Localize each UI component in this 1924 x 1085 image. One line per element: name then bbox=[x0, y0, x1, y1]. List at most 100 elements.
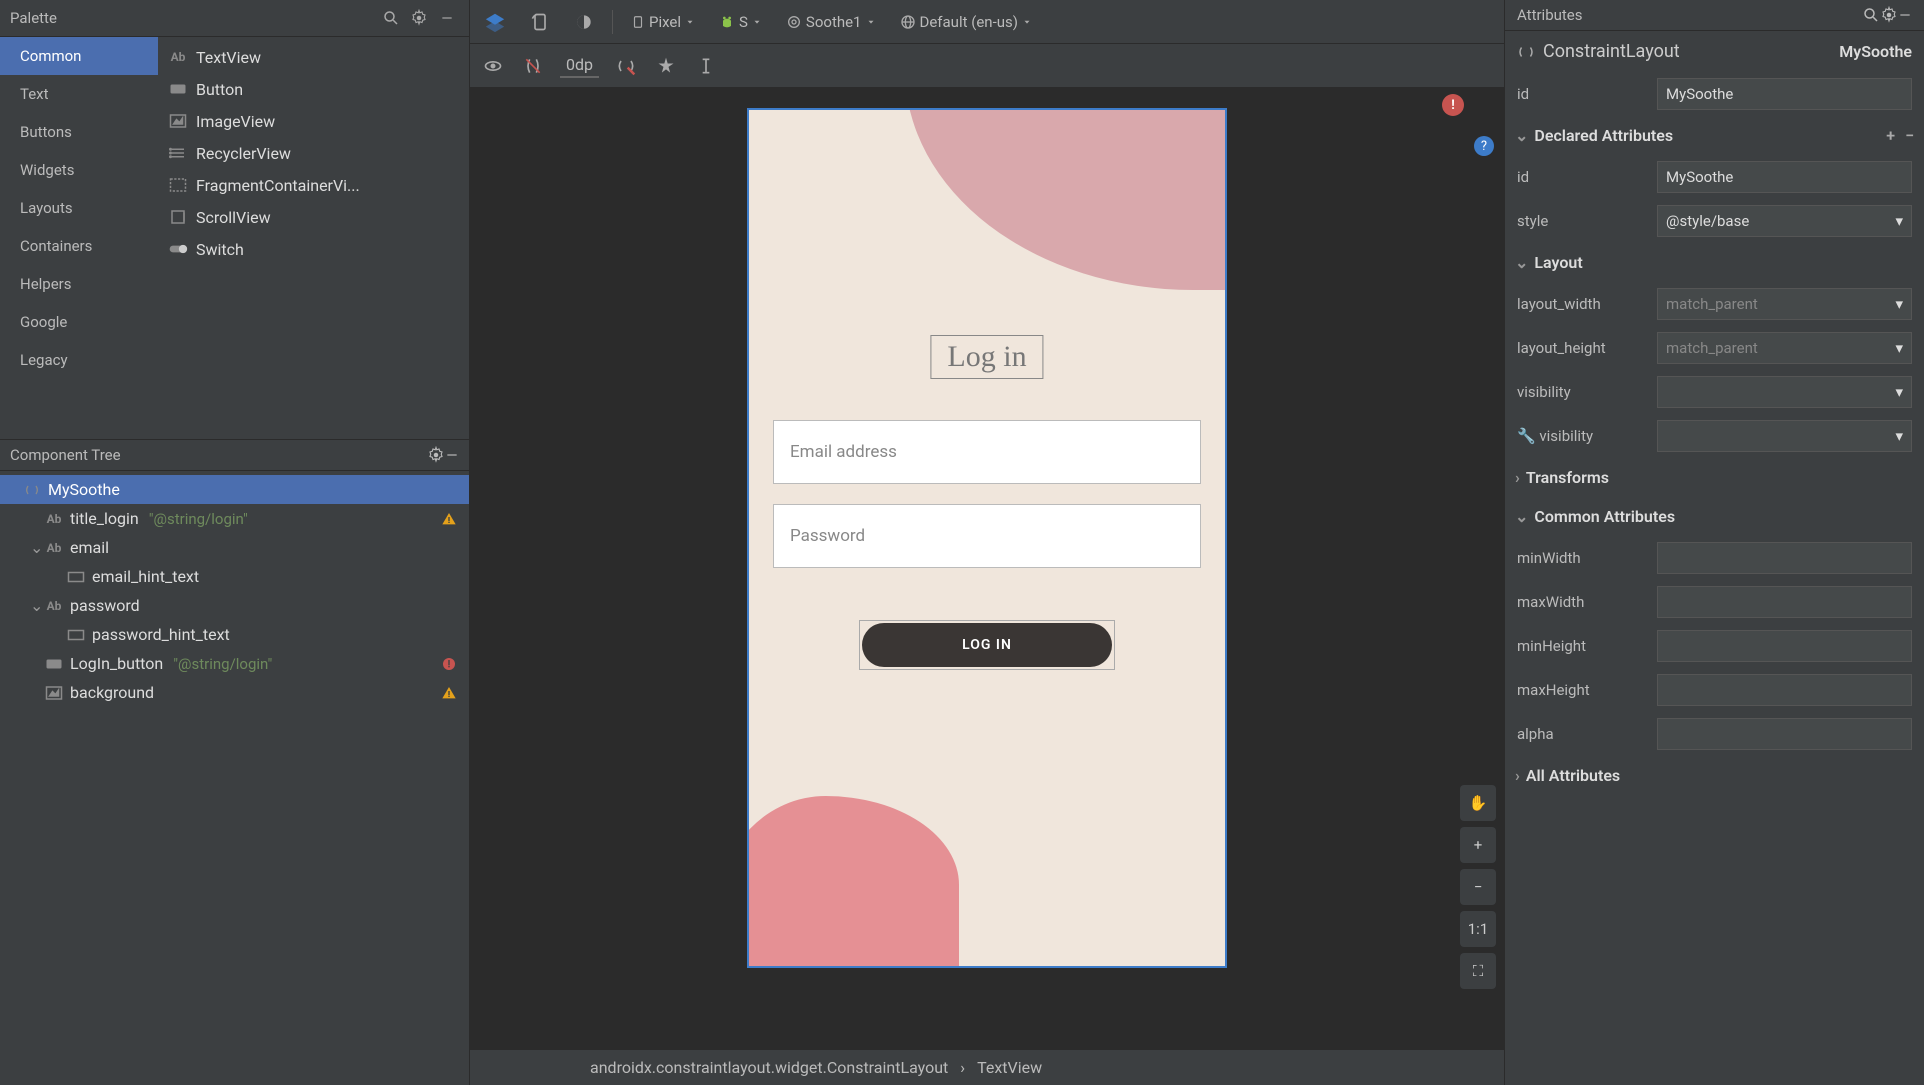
api-picker[interactable]: S bbox=[713, 9, 768, 35]
tree-node-email[interactable]: ⌄Abemail bbox=[0, 533, 469, 562]
remove-attr-icon[interactable]: − bbox=[1905, 126, 1914, 145]
attr-select-style[interactable]: @style/base▾ bbox=[1657, 205, 1912, 237]
gear-icon[interactable] bbox=[1880, 6, 1898, 24]
palette-item-recyclerview[interactable]: RecyclerView bbox=[158, 137, 469, 169]
attr-row-id: id bbox=[1505, 155, 1924, 199]
palette-item-switch[interactable]: Switch bbox=[158, 233, 469, 265]
tree-node-password_hint_text[interactable]: password_hint_text bbox=[0, 620, 469, 649]
palette-title: Palette bbox=[10, 9, 375, 27]
locale-picker[interactable]: Default (en-us) bbox=[894, 9, 1038, 35]
tree-node-title_login[interactable]: Abtitle_login"@string/login" bbox=[0, 504, 469, 533]
search-icon[interactable] bbox=[1862, 6, 1880, 24]
zoom-1to1-icon[interactable]: 1:1 bbox=[1460, 911, 1496, 947]
minimize-icon[interactable] bbox=[445, 448, 459, 462]
view-options-icon[interactable] bbox=[480, 53, 506, 79]
zoom-out-icon[interactable]: − bbox=[1460, 869, 1496, 905]
palette-category-layouts[interactable]: Layouts bbox=[0, 189, 158, 227]
palette-category-common[interactable]: Common bbox=[0, 37, 158, 75]
default-margins[interactable]: 0dp bbox=[560, 53, 599, 78]
fragment-icon bbox=[168, 175, 188, 195]
layers-icon[interactable] bbox=[478, 7, 512, 37]
preview-title-login[interactable]: Log in bbox=[930, 335, 1043, 379]
attr-input-maxHeight[interactable] bbox=[1657, 674, 1912, 706]
help-badge[interactable]: ? bbox=[1474, 136, 1494, 156]
preview-login-button[interactable]: LOG IN bbox=[862, 623, 1112, 667]
attr-select-layout_width[interactable]: match_parent▾ bbox=[1657, 288, 1912, 320]
palette-item-scrollview[interactable]: ScrollView bbox=[158, 201, 469, 233]
gear-icon[interactable] bbox=[407, 6, 431, 30]
orientation-icon[interactable] bbox=[524, 8, 556, 36]
attr-select-visibility[interactable]: ▾ bbox=[1657, 376, 1912, 408]
preview-login-button-wrap[interactable]: LOG IN bbox=[859, 620, 1115, 670]
palette-item-textview[interactable]: AbTextView bbox=[158, 41, 469, 73]
breadcrumb-item[interactable]: TextView bbox=[977, 1058, 1042, 1077]
preview-email-field[interactable]: Email address bbox=[773, 420, 1201, 484]
palette-category-legacy[interactable]: Legacy bbox=[0, 341, 158, 379]
palette-categories: CommonTextButtonsWidgetsLayoutsContainer… bbox=[0, 37, 158, 379]
error-badge[interactable]: ! bbox=[1442, 94, 1464, 116]
canvas-area[interactable]: ! ? Log in Email address Password LOG IN… bbox=[470, 88, 1504, 1049]
toolbar-divider bbox=[612, 10, 613, 34]
add-attr-icon[interactable]: + bbox=[1886, 126, 1895, 145]
chevron-down-icon: ⌄ bbox=[1515, 126, 1528, 145]
attr-input-alpha[interactable] bbox=[1657, 718, 1912, 750]
section-transforms[interactable]: › Transforms bbox=[1505, 458, 1924, 497]
section-common-attributes[interactable]: ⌄ Common Attributes bbox=[1505, 497, 1924, 536]
tree-node-email_hint_text[interactable]: email_hint_text bbox=[0, 562, 469, 591]
attr-id-input[interactable] bbox=[1657, 78, 1912, 110]
palette-category-text[interactable]: Text bbox=[0, 75, 158, 113]
minimize-icon[interactable] bbox=[1898, 8, 1912, 22]
gear-icon[interactable] bbox=[427, 446, 445, 464]
rect-icon bbox=[66, 628, 86, 642]
minimize-icon[interactable] bbox=[435, 6, 459, 30]
constraint-icon bbox=[22, 482, 42, 498]
clear-constraints-icon[interactable] bbox=[613, 53, 639, 79]
theme-picker[interactable]: Soothe1 bbox=[780, 9, 882, 35]
section-all-attributes[interactable]: › All Attributes bbox=[1505, 756, 1924, 795]
palette-category-widgets[interactable]: Widgets bbox=[0, 151, 158, 189]
tree-node-mysoothe[interactable]: MySoothe bbox=[0, 475, 469, 504]
device-preview[interactable]: Log in Email address Password LOG IN bbox=[747, 108, 1227, 968]
chevron-down-icon: ▾ bbox=[1895, 383, 1903, 401]
button-icon bbox=[44, 657, 64, 671]
attr-input-minWidth[interactable] bbox=[1657, 542, 1912, 574]
attributes-instance-name: MySoothe bbox=[1839, 42, 1912, 61]
palette-category-buttons[interactable]: Buttons bbox=[0, 113, 158, 151]
attributes-class-name: ConstraintLayout bbox=[1543, 41, 1831, 62]
palette-category-helpers[interactable]: Helpers bbox=[0, 265, 158, 303]
night-mode-icon[interactable] bbox=[568, 8, 600, 36]
design-top-toolbar: Pixel S Soothe1 Default (en-us) bbox=[470, 0, 1504, 44]
palette-category-google[interactable]: Google bbox=[0, 303, 158, 341]
attr-label: id bbox=[1517, 85, 1647, 103]
attr-select-layout_height[interactable]: match_parent▾ bbox=[1657, 332, 1912, 364]
autoconnect-icon[interactable] bbox=[520, 53, 546, 79]
device-picker[interactable]: Pixel bbox=[625, 8, 701, 36]
attr-input-minHeight[interactable] bbox=[1657, 630, 1912, 662]
guidelines-icon[interactable] bbox=[693, 53, 719, 79]
pan-tool-icon[interactable]: ✋ bbox=[1460, 785, 1496, 821]
attributes-subheader: ConstraintLayout MySoothe bbox=[1505, 31, 1924, 72]
palette-item-imageview[interactable]: ImageView bbox=[158, 105, 469, 137]
chevron-down-icon: ▾ bbox=[1895, 295, 1903, 313]
zoom-fit-icon[interactable]: ⛶ bbox=[1460, 953, 1496, 989]
search-icon[interactable] bbox=[379, 6, 403, 30]
attr-select-visibility[interactable]: ▾ bbox=[1657, 420, 1912, 452]
preview-password-field[interactable]: Password bbox=[773, 504, 1201, 568]
section-layout[interactable]: ⌄ Layout bbox=[1505, 243, 1924, 282]
palette-item-button[interactable]: Button bbox=[158, 73, 469, 105]
section-declared-attributes[interactable]: ⌄ Declared Attributes +− bbox=[1505, 116, 1924, 155]
attr-label: layout_height bbox=[1517, 339, 1647, 357]
tree-node-password[interactable]: ⌄Abpassword bbox=[0, 591, 469, 620]
palette-item-fragmentcontainervi...[interactable]: FragmentContainerVi... bbox=[158, 169, 469, 201]
component-tree-header: Component Tree bbox=[0, 439, 469, 471]
tree-node-login_button[interactable]: LogIn_button"@string/login" bbox=[0, 649, 469, 678]
breadcrumb-item[interactable]: androidx.constraintlayout.widget.Constra… bbox=[590, 1058, 948, 1077]
recycler-icon bbox=[168, 143, 188, 163]
zoom-in-icon[interactable]: + bbox=[1460, 827, 1496, 863]
attr-input-id[interactable] bbox=[1657, 161, 1912, 193]
infer-constraints-icon[interactable] bbox=[653, 53, 679, 79]
tree-node-background[interactable]: background bbox=[0, 678, 469, 707]
palette-category-containers[interactable]: Containers bbox=[0, 227, 158, 265]
attr-input-maxWidth[interactable] bbox=[1657, 586, 1912, 618]
attr-row-visibility: 🔧 visibility▾ bbox=[1505, 414, 1924, 458]
